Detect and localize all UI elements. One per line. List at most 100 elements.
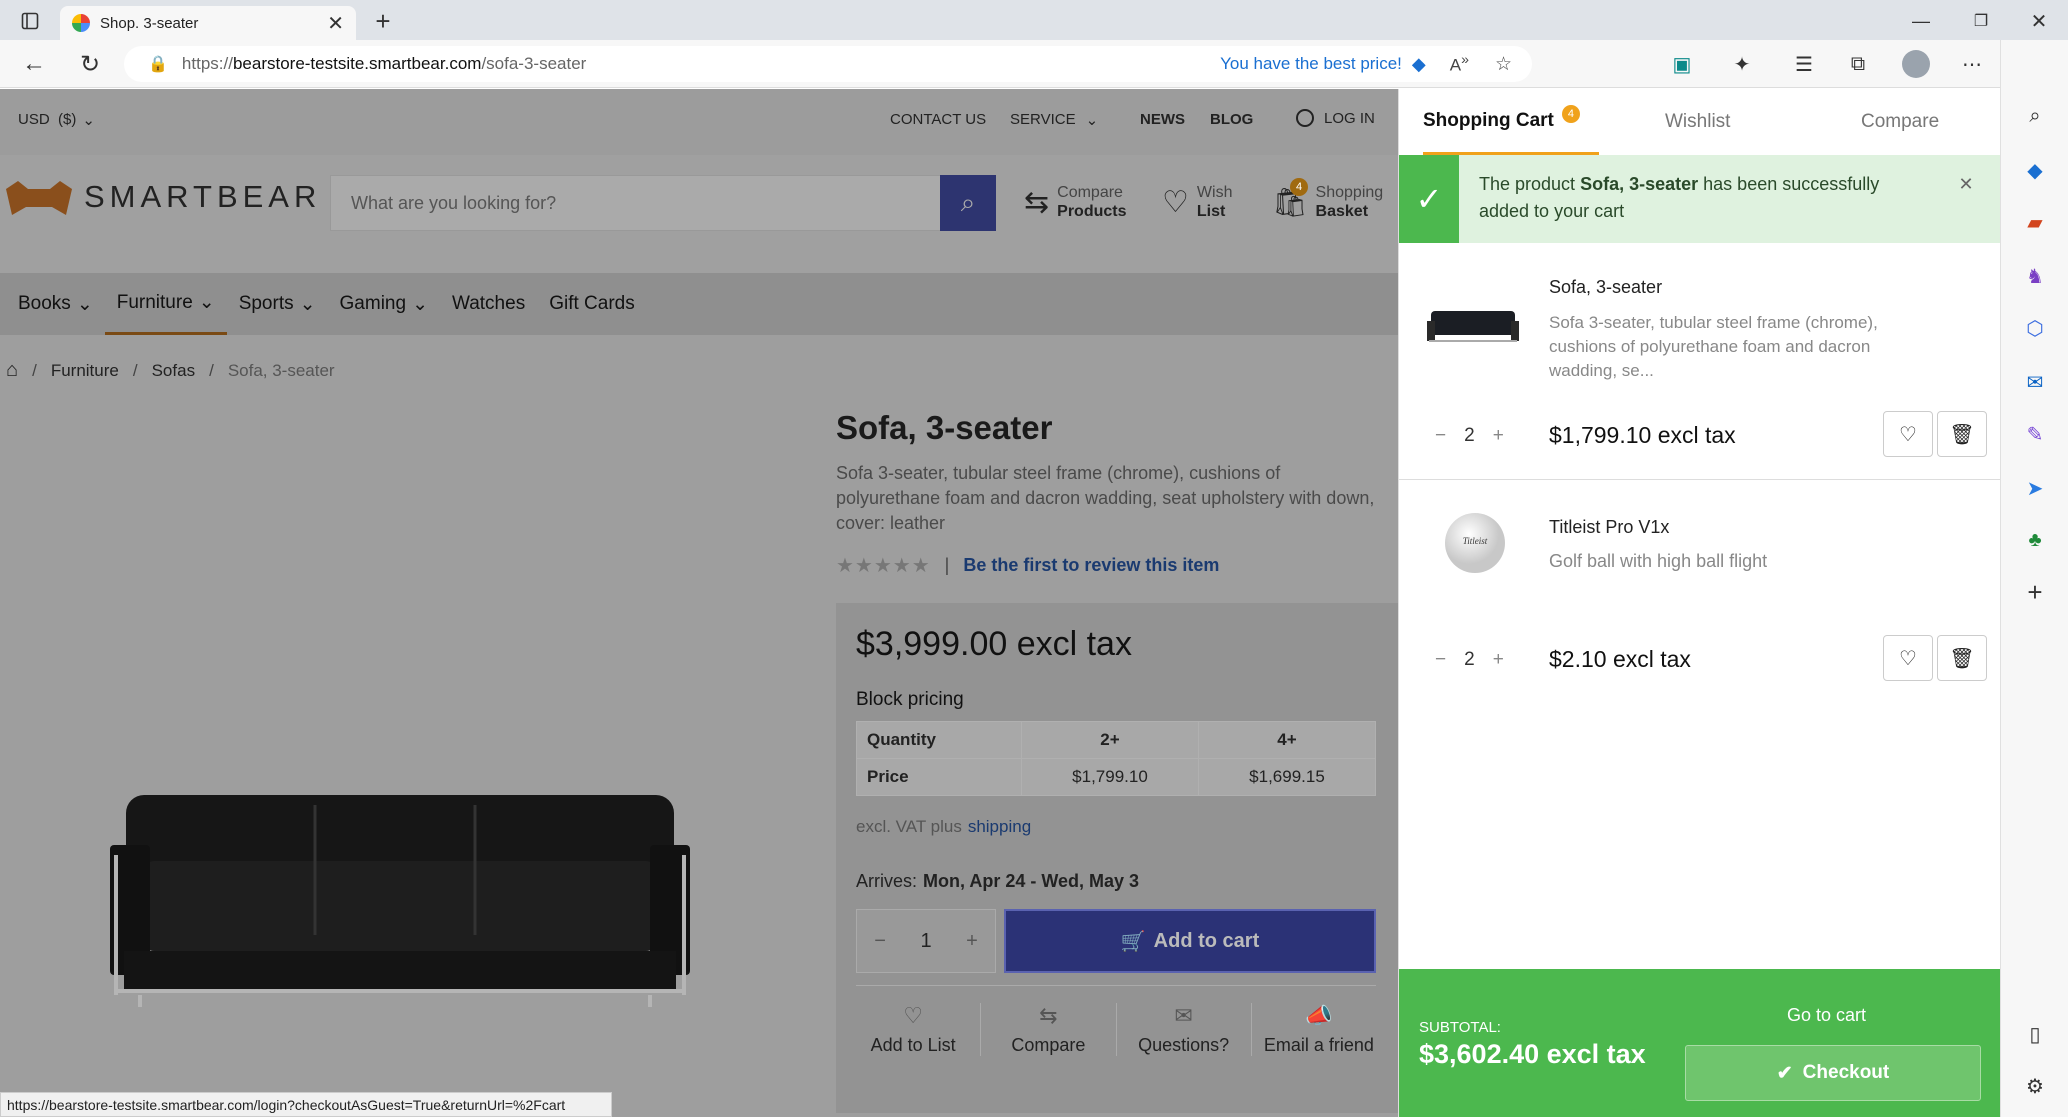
add-favorite-icon[interactable]: ☆ xyxy=(1495,53,1512,76)
delete-button[interactable]: 🗑 xyxy=(1937,635,1987,681)
minimize-icon[interactable]: — xyxy=(1906,6,1936,36)
basket-count-badge: 4 xyxy=(1290,177,1308,196)
action-label: Email a friend xyxy=(1263,1035,1374,1055)
cart-item: Sofa, 3-seater Sofa 3-seater, tubular st… xyxy=(1399,243,2001,480)
tab-compare[interactable]: Compare xyxy=(1861,89,1939,155)
add-to-list-action[interactable]: ♡ Add to List xyxy=(846,1003,982,1056)
subtotal-label: SUBTOTAL: xyxy=(1419,1019,1501,1036)
price-header: Price xyxy=(856,758,1022,796)
close-tab-icon[interactable]: ✕ xyxy=(327,11,344,36)
nav-watches[interactable]: Watches xyxy=(440,273,537,335)
price-tier-2: $1,699.15 xyxy=(1198,758,1376,796)
minus-icon[interactable]: − xyxy=(1435,425,1446,447)
wishlist-button[interactable]: ♡ xyxy=(1883,635,1933,681)
compare-products-link[interactable]: ⇆ Compare Products xyxy=(1024,183,1126,221)
favorites-icon[interactable]: ☰ xyxy=(1788,48,1820,80)
search-input[interactable]: What are you looking for? xyxy=(330,175,996,231)
login-link[interactable]: LOG IN xyxy=(1296,109,1375,127)
checkout-button[interactable]: ✔ Checkout xyxy=(1685,1045,1981,1101)
shield-extension-icon[interactable]: ▣ xyxy=(1666,48,1698,80)
cart-qty-value[interactable]: 2 xyxy=(1464,649,1475,671)
nav-books[interactable]: Books ⌄ xyxy=(0,273,105,335)
breadcrumb-sofas[interactable]: Sofas xyxy=(152,361,195,381)
logo[interactable]: SMARTBEAR xyxy=(4,177,321,217)
designer-icon[interactable]: ✎ xyxy=(2019,418,2051,450)
quantity-value[interactable]: 1 xyxy=(920,930,931,953)
plus-icon[interactable]: + xyxy=(966,930,978,953)
nav-sports[interactable]: Sports ⌄ xyxy=(227,273,328,335)
cart-qty-stepper[interactable]: − 2 + xyxy=(1435,649,1504,671)
email-friend-action[interactable]: 📣 Email a friend xyxy=(1252,1003,1386,1056)
more-menu-icon[interactable]: ⋯ xyxy=(1956,48,1988,80)
nav-gift-cards[interactable]: Gift Cards xyxy=(537,273,647,335)
refresh-icon[interactable]: ↻ xyxy=(74,48,106,80)
tab-actions-icon[interactable] xyxy=(14,8,46,34)
back-icon[interactable]: ← xyxy=(18,48,50,80)
add-sidebar-app-icon[interactable]: + xyxy=(2019,576,2051,608)
basket-bottom: Basket xyxy=(1315,203,1369,220)
send-icon[interactable]: ➤ xyxy=(2019,472,2051,504)
shopping-basket-link[interactable]: 🛍 4 Shopping Basket xyxy=(1272,177,1383,221)
best-price-badge[interactable]: You have the best price! xyxy=(1220,54,1402,74)
read-aloud-icon[interactable]: A» xyxy=(1450,52,1469,76)
breadcrumb-furniture[interactable]: Furniture xyxy=(51,361,119,381)
search-button[interactable]: ⌕ xyxy=(940,175,996,231)
games-icon[interactable]: ♞ xyxy=(2019,260,2051,292)
cart-item-name[interactable]: Sofa, 3-seater xyxy=(1549,277,1662,298)
add-to-cart-button[interactable]: 🛒 Add to cart xyxy=(1004,909,1376,973)
outlook-icon[interactable]: ✉ xyxy=(2019,366,2051,398)
service-menu[interactable]: SERVICE ⌄ xyxy=(1010,111,1098,129)
tools-icon[interactable]: ▰ xyxy=(2019,206,2051,238)
golf-ball-thumbnail[interactable]: Titleist xyxy=(1443,511,1507,575)
tree-icon[interactable]: ♣ xyxy=(2019,524,2051,556)
wish-list-link[interactable]: ♡ Wish List xyxy=(1162,183,1232,221)
sofa-thumbnail[interactable] xyxy=(1427,307,1519,347)
wishlist-button[interactable]: ♡ xyxy=(1883,411,1933,457)
review-link[interactable]: Be the first to review this item xyxy=(963,555,1219,576)
tab-shopping-cart[interactable]: Shopping Cart 4 xyxy=(1423,89,1599,155)
sofa-image[interactable] xyxy=(110,765,690,1015)
nav-gaming[interactable]: Gaming ⌄ xyxy=(328,273,440,335)
questions-action[interactable]: ✉ Questions? xyxy=(1117,1003,1252,1056)
minus-icon[interactable]: − xyxy=(874,930,886,953)
arrives-dates: Mon, Apr 24 - Wed, May 3 xyxy=(923,871,1140,891)
extensions-icon[interactable]: ✦ xyxy=(1726,48,1758,80)
settings-icon[interactable]: ⚙ xyxy=(2019,1070,2051,1102)
url-field[interactable]: 🔒 https:// bearstore-testsite.smartbear.… xyxy=(124,46,1532,82)
cart-item-name[interactable]: Titleist Pro V1x xyxy=(1549,517,1669,538)
currency-selector[interactable]: USD ($) ⌄ xyxy=(18,111,95,129)
cart-qty-stepper[interactable]: − 2 + xyxy=(1435,425,1504,447)
blog-link[interactable]: BLOG xyxy=(1210,111,1253,128)
browser-tab[interactable]: Shop. 3-seater ✕ xyxy=(60,6,356,40)
home-icon[interactable]: ⌂ xyxy=(6,359,18,382)
search-icon[interactable]: ⌕ xyxy=(2019,100,2051,132)
shipping-link[interactable]: shipping xyxy=(968,817,1031,837)
chevron-down-icon: ⌄ xyxy=(198,292,215,313)
tab-wishlist[interactable]: Wishlist xyxy=(1665,89,1730,155)
compare-action[interactable]: ⇆ Compare xyxy=(981,1003,1117,1056)
notice-text: The product Sofa, 3-seater has been succ… xyxy=(1479,171,1919,225)
compare-icon: ⇆ xyxy=(1024,185,1050,219)
close-notice-icon[interactable]: ✕ xyxy=(1951,169,1981,199)
contact-link[interactable]: CONTACT US xyxy=(890,111,986,128)
news-link[interactable]: NEWS xyxy=(1140,111,1185,128)
breadcrumb-current: Sofa, 3-seater xyxy=(227,360,335,380)
microsoft-365-icon[interactable]: ⬡ xyxy=(2019,312,2051,344)
nav-furniture[interactable]: Furniture ⌄ xyxy=(104,273,227,335)
collections-icon[interactable]: ⧉ xyxy=(1842,48,1874,80)
delete-button[interactable]: 🗑 xyxy=(1937,411,1987,457)
close-window-icon[interactable]: ✕ xyxy=(2024,6,2054,36)
shopping-tag-icon[interactable]: ◆ xyxy=(2019,154,2051,186)
hide-sidebar-icon[interactable]: ▯ xyxy=(2019,1018,2051,1050)
quantity-stepper[interactable]: − 1 + xyxy=(856,909,996,973)
minus-icon[interactable]: − xyxy=(1435,649,1446,671)
restore-icon[interactable]: ❐ xyxy=(1966,6,1996,36)
profile-avatar[interactable] xyxy=(1902,50,1930,78)
cart-qty-value[interactable]: 2 xyxy=(1464,425,1475,447)
go-to-cart-link[interactable]: Go to cart xyxy=(1787,1005,1866,1026)
new-tab-icon[interactable]: + xyxy=(368,6,398,36)
url-prefix: https:// xyxy=(181,54,233,73)
plus-icon[interactable]: + xyxy=(1493,649,1504,671)
plus-icon[interactable]: + xyxy=(1493,425,1504,447)
status-url: https://bearstore-testsite.smartbear.com… xyxy=(7,1096,566,1113)
